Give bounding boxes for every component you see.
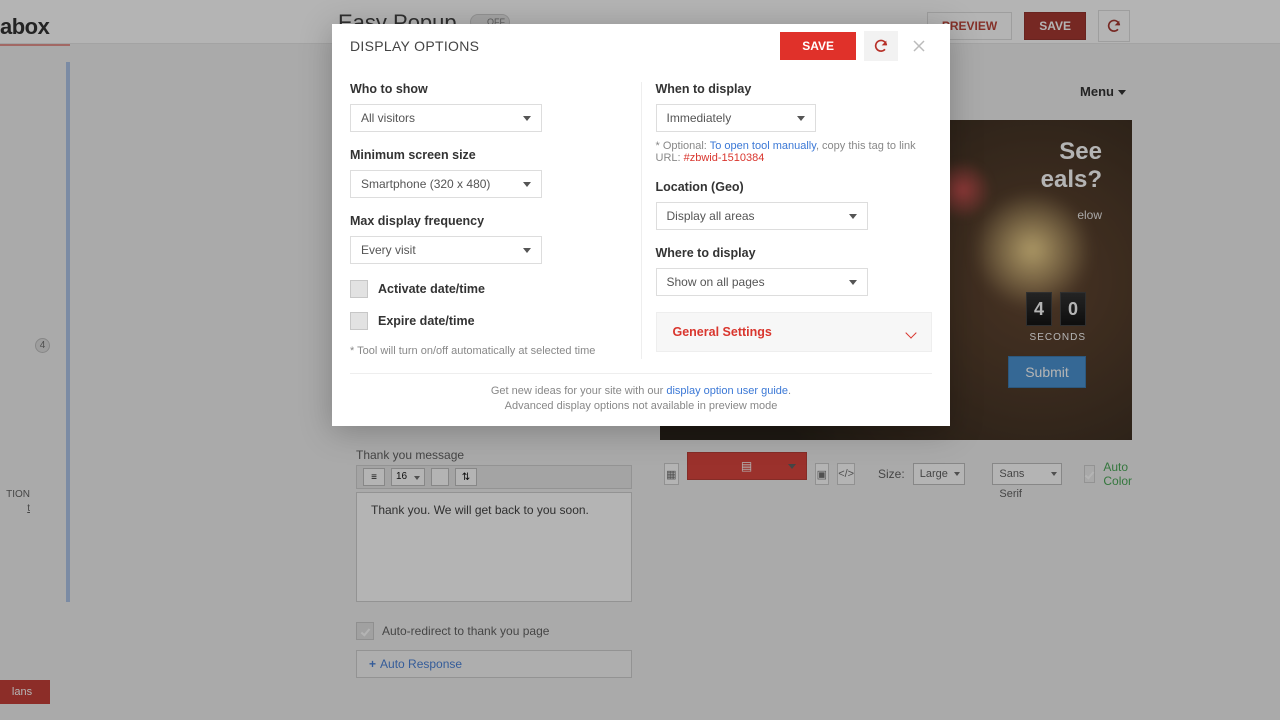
min-screen-label: Minimum screen size: [350, 148, 627, 162]
modal-footer: Get new ideas for your site with our dis…: [350, 373, 932, 414]
close-icon: [913, 40, 925, 52]
min-screen-select[interactable]: Smartphone (320 x 480): [350, 170, 542, 198]
time-note: * Tool will turn on/off automatically at…: [350, 344, 627, 359]
activate-checkbox[interactable]: [350, 280, 368, 298]
optional-note: * Optional: To open tool manually, copy …: [656, 140, 933, 164]
location-select[interactable]: Display all areas: [656, 202, 868, 230]
where-select[interactable]: Show on all pages: [656, 268, 868, 296]
open-tool-link[interactable]: To open tool manually: [710, 140, 816, 152]
refresh-icon: [873, 38, 889, 54]
general-settings-accordion[interactable]: General Settings: [656, 312, 933, 352]
modal-close-button[interactable]: [906, 33, 932, 59]
expire-label: Expire date/time: [378, 314, 475, 328]
max-frequency-select[interactable]: Every visit: [350, 236, 542, 264]
modal-refresh-button[interactable]: [864, 31, 898, 61]
modal-save-button[interactable]: SAVE: [780, 32, 856, 60]
modal-title: DISPLAY OPTIONS: [350, 38, 479, 54]
who-to-show-select[interactable]: All visitors: [350, 104, 542, 132]
display-options-modal: DISPLAY OPTIONS SAVE Who to show All vis…: [332, 24, 950, 426]
guide-link[interactable]: display option user guide: [666, 385, 788, 397]
location-label: Location (Geo): [656, 180, 933, 194]
when-select[interactable]: Immediately: [656, 104, 816, 132]
general-settings-label: General Settings: [673, 325, 772, 339]
activate-label: Activate date/time: [378, 282, 485, 296]
where-label: Where to display: [656, 246, 933, 260]
when-label: When to display: [656, 82, 933, 96]
widget-tag: #zbwid-1510384: [684, 152, 765, 164]
expire-checkbox[interactable]: [350, 312, 368, 330]
max-frequency-label: Max display frequency: [350, 214, 627, 228]
who-to-show-label: Who to show: [350, 82, 627, 96]
